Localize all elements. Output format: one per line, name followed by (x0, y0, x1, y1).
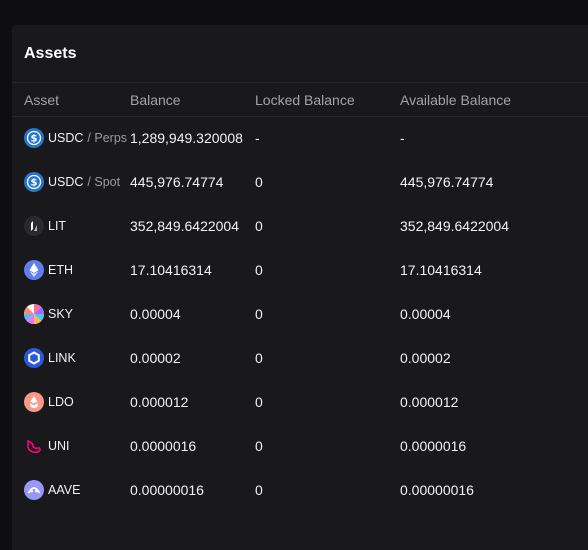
uni-icon (24, 436, 44, 456)
usdc-icon: $ (24, 128, 44, 148)
locked-balance-value: 0 (255, 306, 263, 322)
asset-cell: LINK (24, 348, 76, 368)
available-balance-value: 0.0000016 (400, 438, 467, 454)
available-balance-value: 0.00004 (400, 306, 451, 322)
locked-balance-value: 0 (255, 218, 263, 234)
asset-cell: SKY (24, 304, 73, 324)
balance-value: 0.000012 (130, 394, 189, 410)
usdc-icon: $ (24, 172, 44, 192)
column-header-asset[interactable]: Asset (24, 92, 59, 108)
table-row[interactable]: UNI 0.0000016 0 0.0000016 (12, 425, 588, 469)
locked-balance-value: 0 (255, 174, 263, 190)
asset-symbol: LINK (48, 351, 76, 365)
available-balance-value: 0.000012 (400, 394, 459, 410)
asset-account-type: / Spot (87, 175, 121, 189)
table-row[interactable]: AAVE 0.00000016 0 0.00000016 (12, 469, 588, 513)
table-row[interactable]: ETH 17.10416314 0 17.10416314 (12, 249, 588, 293)
available-balance-value: 0.00002 (400, 350, 451, 366)
locked-balance-value: 0 (255, 262, 263, 278)
svg-text:$: $ (31, 178, 38, 189)
asset-symbol: ETH (48, 263, 73, 277)
locked-balance-value: - (255, 130, 260, 146)
sky-icon (24, 304, 44, 324)
available-balance-value: 445,976.74774 (400, 174, 494, 190)
lit-icon (24, 216, 44, 236)
available-balance-value: 352,849.6422004 (400, 218, 509, 234)
table-row[interactable]: LIT 352,849.6422004 0 352,849.6422004 (12, 205, 588, 249)
column-header-available-balance[interactable]: Available Balance (400, 92, 511, 108)
table-row[interactable]: $ USDC / Spot 445,976.74774 0 445,976.74774 (12, 161, 588, 205)
balance-value: 445,976.74774 (130, 174, 224, 190)
asset-cell: UNI (24, 436, 70, 456)
assets-header: Assets (12, 25, 588, 83)
table-header: Asset Balance Locked Balance Available B… (12, 83, 588, 117)
column-header-locked-balance[interactable]: Locked Balance (255, 92, 355, 108)
table-body: $ USDC / Perps 1,289,949.320008- - $ USDC / Spo… (12, 117, 588, 513)
asset-symbol: SKY (48, 307, 74, 321)
ldo-icon (24, 392, 44, 412)
asset-cell: $ USDC / Spot (24, 172, 120, 192)
svg-text:$: $ (31, 134, 38, 145)
table-row[interactable]: $ USDC / Perps 1,289,949.320008- - (12, 117, 588, 161)
balance-value: 0.0000016 (130, 438, 197, 454)
asset-cell: AAVE (24, 480, 80, 500)
asset-cell: $ USDC / Perps (24, 128, 127, 148)
balance-value: 0.00002 (130, 350, 181, 366)
locked-balance-value: 0 (255, 350, 263, 366)
asset-symbol: LDO (48, 395, 74, 409)
balance-value: 352,849.6422004 (130, 218, 239, 234)
available-balance-value: 17.10416314 (400, 262, 482, 278)
balance-value: 17.10416314 (130, 262, 212, 278)
table-row[interactable]: SKY 0.00004 0 0.00004 (12, 293, 588, 337)
asset-symbol: UNI (48, 439, 70, 453)
balance-value: 0.00000016 (130, 482, 204, 498)
balance-value: 0.00004 (130, 306, 181, 322)
asset-cell: ETH (24, 260, 73, 280)
available-balance-value: 0.00000016 (400, 482, 474, 498)
link-icon (24, 348, 44, 368)
locked-balance-value: 0 (255, 482, 263, 498)
asset-symbol: AAVE (48, 483, 81, 497)
asset-symbol: USDC (48, 131, 84, 145)
aave-icon (24, 480, 44, 500)
asset-cell: LDO (24, 392, 74, 412)
column-header-balance[interactable]: Balance (130, 92, 181, 108)
locked-balance-value: 0 (255, 394, 263, 410)
available-balance-value: - (400, 130, 405, 146)
balance-value: 1,289,949.320008 (130, 130, 243, 146)
asset-account-type: / Perps (87, 131, 128, 145)
asset-symbol: USDC (48, 175, 84, 189)
table-row[interactable]: LINK 0.00002 0 0.00002 (12, 337, 588, 381)
assets-panel: Assets Asset Balance Locked Balance Avai… (12, 25, 588, 550)
asset-symbol: LIT (48, 219, 67, 233)
locked-balance-value: 0 (255, 438, 263, 454)
table-row[interactable]: LDO 0.000012 0 0.000012 (12, 381, 588, 425)
asset-cell: LIT (24, 216, 66, 236)
eth-icon (24, 260, 44, 280)
panel-title: Assets (24, 44, 77, 62)
